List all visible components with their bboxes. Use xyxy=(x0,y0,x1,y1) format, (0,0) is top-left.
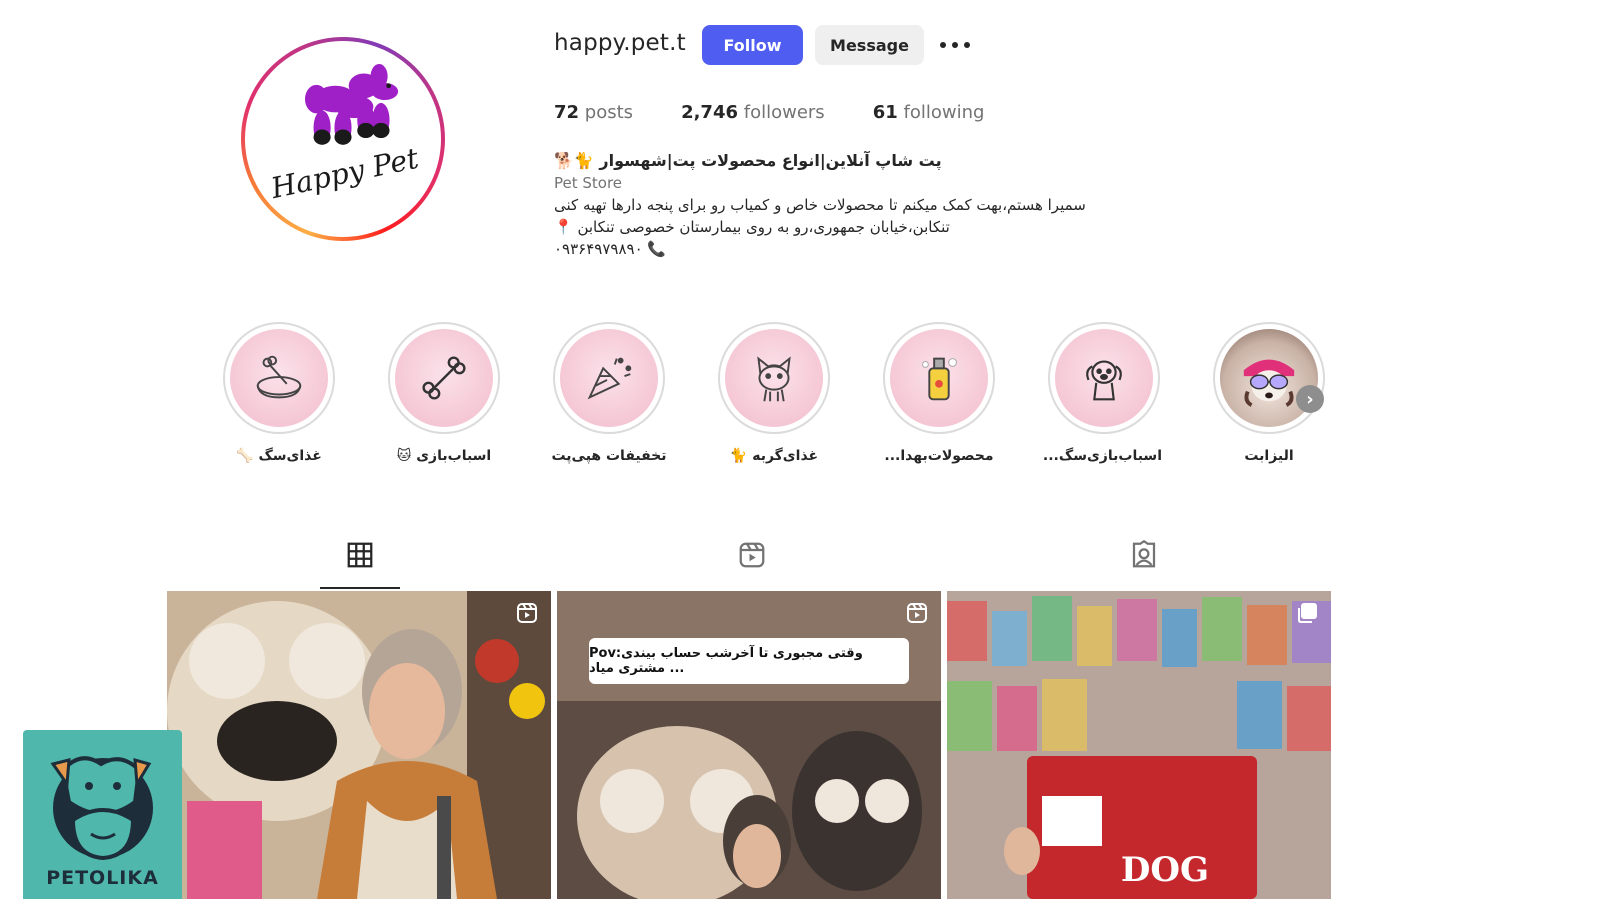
highlight-item[interactable]: اسباب‌بازی‌سگ... xyxy=(1042,322,1162,464)
posts-count-label: posts xyxy=(584,102,634,123)
profile-bio: پت شاپ آنلاین|انواع محصولات پت|شهسوار 🐈🐕… xyxy=(554,150,1174,260)
highlight-ring xyxy=(883,322,995,434)
party-popper-icon xyxy=(587,357,632,400)
bone-icon xyxy=(422,356,466,400)
highlight-cover xyxy=(395,329,493,427)
post-image: DOG xyxy=(947,591,1331,899)
tagged-user-icon xyxy=(1132,540,1156,568)
highlight-item[interactable]: اسباب‌بازی 🐱 xyxy=(386,322,502,464)
highlight-label: تخفیفات هپی‌پت xyxy=(551,448,667,464)
highlight-ring xyxy=(1213,322,1325,434)
highlight-label: الیزابت xyxy=(1244,448,1294,464)
puppy-icon xyxy=(1086,360,1122,401)
highlight-cover xyxy=(560,329,658,427)
followers-count-value: 2,746 xyxy=(681,102,738,123)
highlights-next-button[interactable]: › xyxy=(1296,385,1324,413)
bio-name: پت شاپ آنلاین|انواع محصولات پت|شهسوار 🐈🐕 xyxy=(554,151,942,170)
post-tile[interactable]: Pov:وقتی مجبوری تا آخرشب حساب بیندی مشتر… xyxy=(557,591,941,899)
bio-phone: ۰۹۳۶۴۹۷۹۸۹۰ 📞 xyxy=(554,240,667,258)
profile-avatar-ring[interactable]: Happy Pet xyxy=(241,37,445,241)
highlight-ring xyxy=(223,322,335,434)
tab-active-indicator xyxy=(320,587,400,589)
profile-username: happy.pet.t xyxy=(554,30,686,56)
dog-with-sunglasses-photo xyxy=(1243,359,1295,407)
reels-icon xyxy=(739,542,765,568)
grid-icon xyxy=(347,542,373,568)
highlight-label: اسباب‌بازی‌سگ... xyxy=(1042,448,1162,464)
followers-count[interactable]: 2,746 followers xyxy=(681,102,825,123)
tab-tagged[interactable] xyxy=(1104,540,1184,590)
svg-text:DOG: DOG xyxy=(1121,850,1209,890)
highlight-item[interactable]: غذای‌گربه 🐈 xyxy=(716,322,832,464)
highlight-cover xyxy=(230,329,328,427)
reel-indicator-icon xyxy=(907,603,927,623)
carousel-indicator-icon xyxy=(1298,603,1317,623)
follow-button[interactable]: Follow xyxy=(702,25,803,65)
tab-reels[interactable] xyxy=(712,540,792,590)
message-button[interactable]: Message xyxy=(815,25,924,65)
more-options-icon[interactable] xyxy=(940,33,970,57)
post-caption: Pov:وقتی مجبوری تا آخرشب حساب بیندی مشتر… xyxy=(589,638,909,684)
watermark-text: PETOLIKA xyxy=(46,867,159,889)
bio-line: سمیرا هستم،بهت کمک میکنم تا محصولات خاص … xyxy=(554,196,1086,214)
following-count-value: 61 xyxy=(872,102,898,123)
bio-line: تنکابن،خیابان جمهوری،رو به روی بیمارستان… xyxy=(554,218,950,236)
posts-count-value: 72 xyxy=(554,102,580,123)
highlight-cover xyxy=(725,329,823,427)
highlight-item[interactable]: تخفیفات هپی‌پت xyxy=(551,322,667,464)
reel-indicator-icon xyxy=(517,603,537,623)
highlight-label: غذای‌سگ 🦴 xyxy=(236,448,322,464)
highlight-label: محصولات‌بهدا... xyxy=(884,448,994,464)
highlight-ring xyxy=(388,322,500,434)
highlight-item[interactable]: غذای‌سگ 🦴 xyxy=(221,322,337,464)
following-count-label: following xyxy=(903,102,985,123)
highlight-label: اسباب‌بازی 🐱 xyxy=(396,448,492,464)
petolika-watermark: PETOLIKA xyxy=(23,730,182,899)
highlight-ring xyxy=(553,322,665,434)
highlight-label: غذای‌گربه 🐈 xyxy=(729,448,819,464)
cat-icon xyxy=(757,356,791,402)
profile-stats: 72 posts 2,746 followers 61 following xyxy=(554,102,1032,123)
highlight-cover xyxy=(1220,329,1318,427)
shampoo-bottle-icon xyxy=(922,357,957,401)
highlight-cover xyxy=(1055,329,1153,427)
tab-posts[interactable] xyxy=(320,540,400,590)
avatar-border: Happy Pet xyxy=(245,41,441,237)
post-tile[interactable] xyxy=(167,591,551,899)
avatar[interactable]: Happy Pet xyxy=(248,44,438,234)
following-count[interactable]: 61 following xyxy=(873,102,985,123)
highlight-ring xyxy=(1048,322,1160,434)
highlight-ring xyxy=(718,322,830,434)
highlight-cover xyxy=(890,329,988,427)
post-tile[interactable]: DOG xyxy=(947,591,1331,899)
followers-count-label: followers xyxy=(743,102,825,123)
highlight-item[interactable]: محصولات‌بهدا... xyxy=(881,322,997,464)
dog-bowl-icon xyxy=(256,355,302,399)
post-image xyxy=(167,591,551,899)
svg-text:Happy Pet: Happy Pet xyxy=(267,142,422,206)
happy-pet-logo: Happy Pet xyxy=(267,63,422,206)
bio-category: Pet Store xyxy=(554,174,623,192)
posts-count: 72 posts xyxy=(554,102,633,123)
